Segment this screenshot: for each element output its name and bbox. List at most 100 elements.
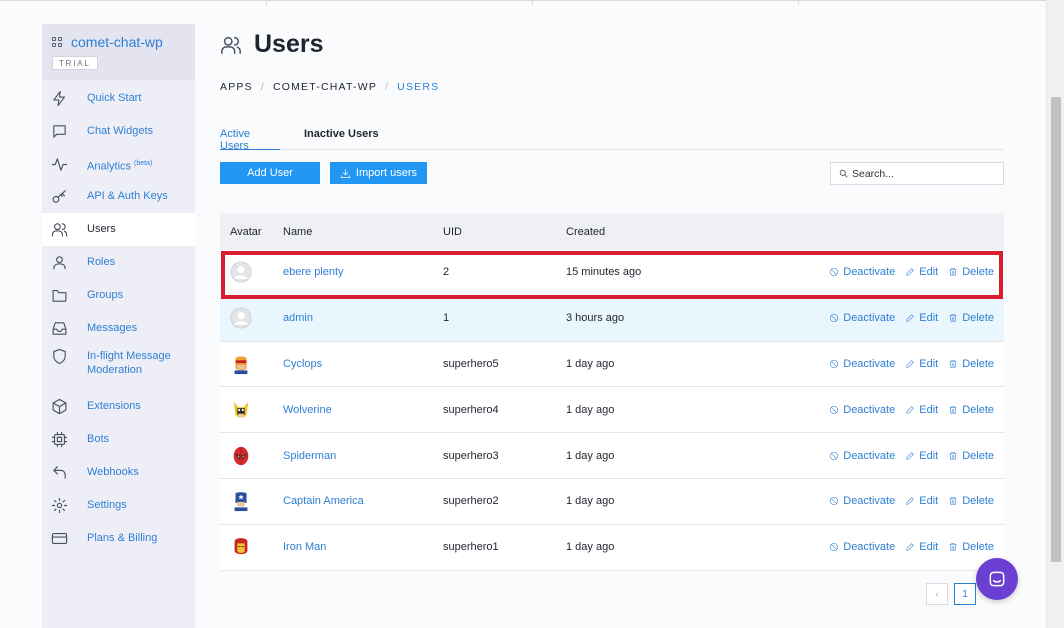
edit-button[interactable]: Edit xyxy=(905,495,938,507)
tab-inactive-users[interactable]: Inactive Users xyxy=(304,128,379,150)
delete-button[interactable]: Delete xyxy=(948,358,994,370)
deactivate-button[interactable]: Deactivate xyxy=(829,312,895,324)
edit-button[interactable]: Edit xyxy=(905,358,938,370)
app-name: comet-chat-wp xyxy=(71,34,163,50)
import-users-label: Import users xyxy=(355,167,418,179)
ban-icon xyxy=(830,451,839,460)
user-name-link[interactable]: Wolverine xyxy=(283,404,332,416)
user-uid: 2 xyxy=(443,266,450,279)
delete-button[interactable]: Delete xyxy=(948,312,994,324)
tab-active-users[interactable]: Active Users xyxy=(220,128,280,152)
deactivate-label: Deactivate xyxy=(843,266,896,279)
avatar xyxy=(220,399,283,421)
deactivate-label: Deactivate xyxy=(843,357,896,370)
edit-button[interactable]: Edit xyxy=(905,312,938,324)
search-input[interactable] xyxy=(852,167,1002,180)
user-created: 1 day ago xyxy=(566,541,615,554)
sidebar-item-roles[interactable]: Roles xyxy=(42,246,195,279)
user-name-link[interactable]: Iron Man xyxy=(283,541,326,553)
row-actions: Deactivate Edit Delete xyxy=(796,266,1004,278)
sidebar-item-messages[interactable]: Messages xyxy=(42,312,195,345)
table-row: Wolverine superhero4 1 day ago Deactivate Ed… xyxy=(220,387,1004,434)
default-avatar xyxy=(230,307,283,329)
sidebar-item-moderation[interactable]: In-flight Message Moderation xyxy=(42,344,195,390)
credit-card-icon xyxy=(51,530,68,547)
edit-button[interactable]: Edit xyxy=(905,266,938,278)
sidebar-item-webhooks[interactable]: Webhooks xyxy=(42,456,195,489)
ban-icon xyxy=(830,268,839,277)
trash-icon xyxy=(949,543,957,552)
table-row: ebere plenty 2 15 minutes ago Deactivate Edi… xyxy=(220,250,1004,296)
sidebar-item-settings[interactable]: Settings xyxy=(42,489,195,522)
pagination: ‹ 1 xyxy=(926,583,976,605)
deactivate-button[interactable]: Deactivate xyxy=(829,495,895,507)
deactivate-label: Deactivate xyxy=(843,449,896,462)
app-switcher[interactable]: comet-chat-wp xyxy=(52,34,195,50)
delete-button[interactable]: Delete xyxy=(948,495,994,507)
sidebar-item-users[interactable]: Users xyxy=(42,213,195,246)
breadcrumb-app[interactable]: COMET-CHAT-WP xyxy=(273,81,377,93)
trash-icon xyxy=(949,268,957,277)
column-uid: UID xyxy=(443,225,462,238)
add-user-button[interactable]: Add User xyxy=(220,162,320,184)
sidebar-item-label: Extensions xyxy=(87,400,141,413)
sidebar-item-bots[interactable]: Bots xyxy=(42,423,195,456)
deactivate-button[interactable]: Deactivate xyxy=(829,450,895,462)
sidebar-header: comet-chat-wp TRIAL xyxy=(42,24,195,80)
edit-label: Edit xyxy=(919,495,939,508)
user-name-link[interactable]: Cyclops xyxy=(283,358,322,370)
deactivate-button[interactable]: Deactivate xyxy=(829,404,895,416)
sidebar-item-quick-start[interactable]: Quick Start xyxy=(42,82,195,115)
trash-icon xyxy=(949,359,957,369)
table-row: Cyclops superhero5 1 day ago Deactivate Edit… xyxy=(220,341,1004,388)
sidebar-item-label: Analytics (beta) xyxy=(87,157,152,174)
import-users-button[interactable]: Import users xyxy=(330,162,427,184)
edit-button[interactable]: Edit xyxy=(905,450,938,462)
sidebar-item-groups[interactable]: Groups xyxy=(42,279,195,312)
delete-button[interactable]: Delete xyxy=(948,541,994,553)
breadcrumb-apps[interactable]: APPS xyxy=(220,81,253,93)
search-box xyxy=(830,162,1004,185)
user-uid: superhero3 xyxy=(443,449,499,462)
deactivate-button[interactable]: Deactivate xyxy=(829,358,895,370)
column-name: Name xyxy=(283,225,313,238)
user-uid: superhero2 xyxy=(443,495,499,508)
default-avatar xyxy=(230,261,283,283)
sidebar-item-chat-widgets[interactable]: Chat Widgets xyxy=(42,115,195,148)
deactivate-button[interactable]: Deactivate xyxy=(829,541,895,553)
user-uid: superhero1 xyxy=(443,541,499,554)
user-name-link[interactable]: Captain America xyxy=(283,495,364,507)
delete-button[interactable]: Delete xyxy=(948,404,994,416)
edit-button[interactable]: Edit xyxy=(905,541,938,553)
pencil-icon xyxy=(906,543,914,551)
sidebar-item-billing[interactable]: Plans & Billing xyxy=(42,522,195,555)
prev-page-button[interactable]: ‹ xyxy=(926,583,948,605)
sidebar-item-extensions[interactable]: Extensions xyxy=(42,390,195,423)
user-tabs: Active Users Inactive Users xyxy=(220,128,1004,152)
deactivate-button[interactable]: Deactivate xyxy=(829,266,895,278)
delete-label: Delete xyxy=(962,495,994,508)
avatar xyxy=(220,307,283,329)
edit-button[interactable]: Edit xyxy=(905,404,938,416)
users-icon xyxy=(221,36,241,54)
user-name-link[interactable]: ebere plenty xyxy=(283,266,344,278)
page-1-button[interactable]: 1 xyxy=(954,583,976,605)
scrollbar-thumb[interactable] xyxy=(1051,97,1061,562)
sidebar-item-label: Groups xyxy=(87,288,124,301)
row-actions: Deactivate Edit Delete xyxy=(796,312,1004,324)
delete-button[interactable]: Delete xyxy=(948,450,994,462)
avatar xyxy=(220,353,283,375)
sidebar-item-label: Messages xyxy=(87,321,138,334)
user-name-link[interactable]: admin xyxy=(283,312,313,324)
cyclops-avatar xyxy=(230,353,283,375)
trash-icon xyxy=(949,497,957,506)
user-name-link[interactable]: Spiderman xyxy=(283,450,336,462)
sidebar-item-analytics[interactable]: Analytics (beta) xyxy=(42,148,195,181)
sidebar-item-api-keys[interactable]: API & Auth Keys xyxy=(42,180,195,213)
support-chat-button[interactable] xyxy=(976,558,1018,600)
cpu-icon xyxy=(51,431,68,448)
page-scrollbar[interactable] xyxy=(1046,0,1064,628)
top-border xyxy=(0,0,1046,5)
wolverine-avatar xyxy=(230,399,283,421)
delete-button[interactable]: Delete xyxy=(948,266,994,278)
